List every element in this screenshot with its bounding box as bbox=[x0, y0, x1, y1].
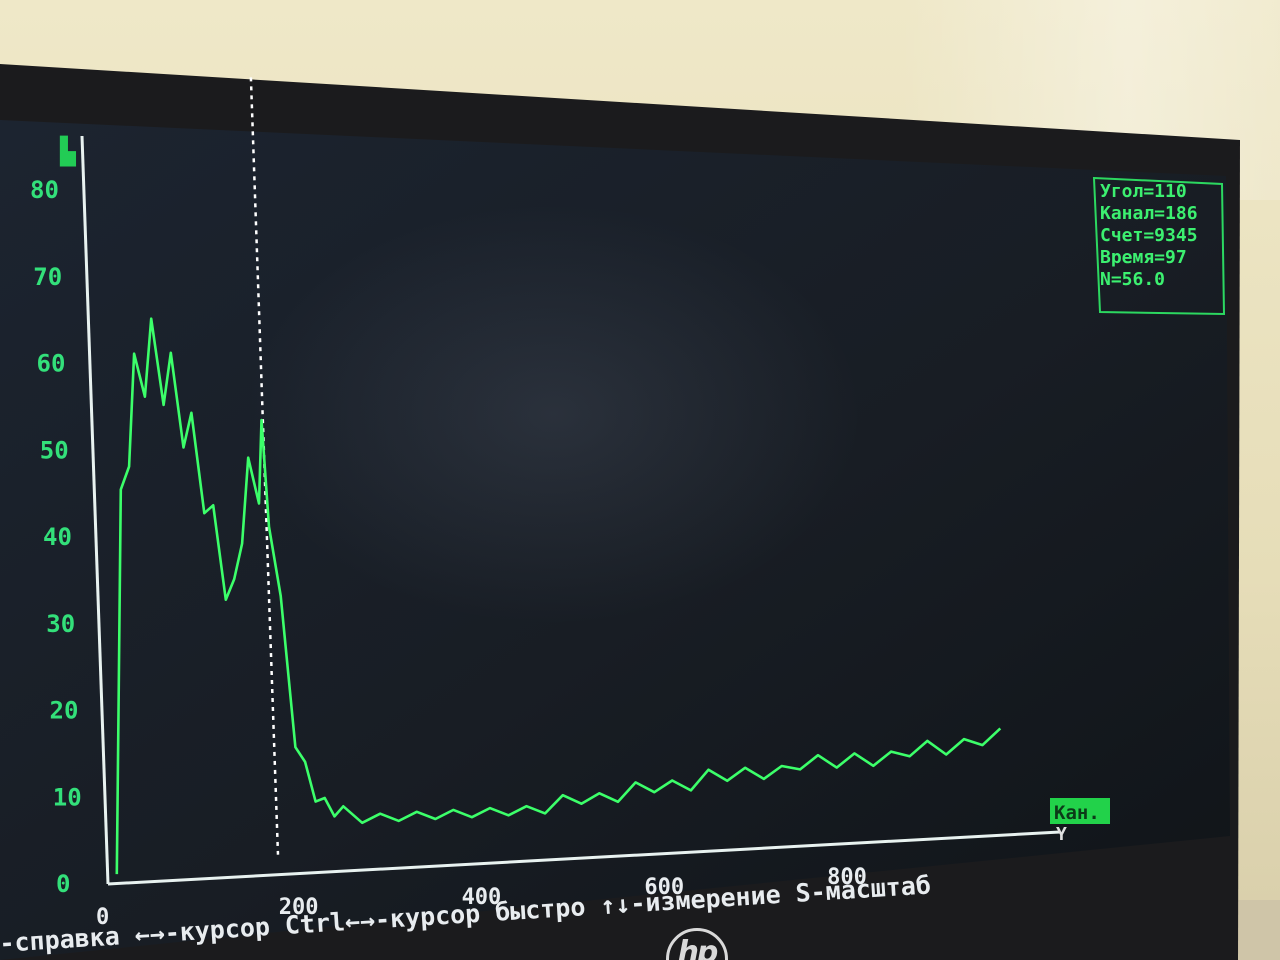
y-tick-label: 60 bbox=[37, 350, 66, 378]
info-channel: Канал=186 bbox=[1100, 203, 1198, 224]
y-tick-label: 10 bbox=[53, 783, 82, 811]
axis-unit-label: Кан. bbox=[1054, 802, 1100, 824]
top-marker: ▙ bbox=[59, 135, 77, 167]
info-angle: Угол=110 bbox=[1100, 181, 1187, 202]
y-tick-label: 70 bbox=[33, 263, 62, 291]
axis-corner-glyph: Y bbox=[1056, 824, 1067, 845]
info-n: N=56.0 bbox=[1100, 269, 1165, 290]
y-tick-label: 40 bbox=[43, 523, 72, 551]
info-count: Счет=9345 bbox=[1100, 225, 1198, 246]
photo-scene: ▙ 80 70 60 50 40 30 20 10 0 0 200 400 600 800 Угол=1… bbox=[0, 0, 1280, 960]
info-time: Время=97 bbox=[1100, 247, 1187, 268]
y-tick-label: 0 bbox=[56, 870, 70, 898]
y-tick-label: 30 bbox=[46, 610, 75, 638]
y-tick-label: 80 bbox=[30, 176, 59, 204]
y-tick-label: 50 bbox=[40, 436, 69, 464]
y-tick-label: 20 bbox=[50, 697, 79, 725]
monitor: ▙ 80706050403020100 0 200 400 600 800 Угол=1… bbox=[0, 64, 1240, 960]
